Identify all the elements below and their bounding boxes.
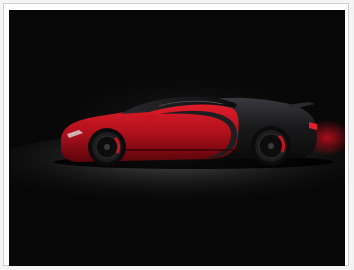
rear-wheel xyxy=(251,126,291,166)
car-illustration xyxy=(9,10,345,266)
car-photo[interactable] xyxy=(9,10,345,266)
front-wheel xyxy=(88,128,126,166)
